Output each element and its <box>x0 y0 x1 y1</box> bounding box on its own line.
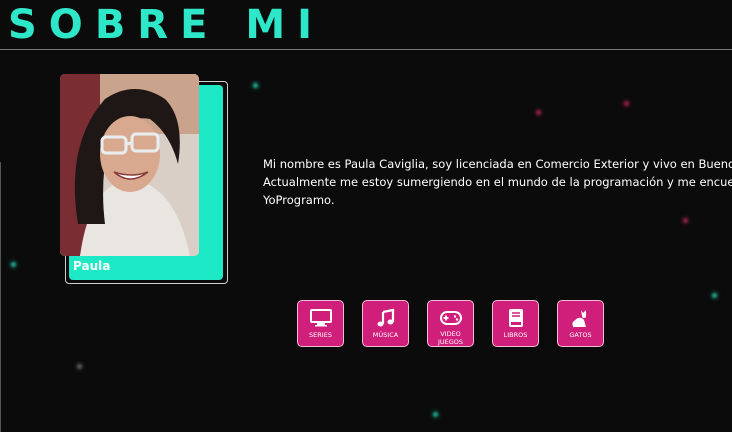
books-label: LIBROS <box>503 331 528 339</box>
series-button[interactable]: SERIES <box>297 300 344 347</box>
videogames-button[interactable]: VIDEO JUEGOS <box>427 300 474 347</box>
particle-dot <box>683 218 688 223</box>
particle-dot <box>712 293 717 298</box>
tv-icon <box>309 308 332 328</box>
divider <box>0 162 1 432</box>
music-button[interactable]: MÚSICA <box>362 300 409 347</box>
cats-button[interactable]: GATOS <box>557 300 604 347</box>
cats-label: GATOS <box>569 331 592 339</box>
book-icon <box>505 308 527 328</box>
header: SOBRE MI <box>0 0 732 50</box>
bio-line: Mi nombre es Paula Caviglia, soy licenci… <box>263 157 732 171</box>
page-title: SOBRE MI <box>8 2 325 48</box>
particle-dot <box>253 83 258 88</box>
particle-dot <box>433 412 438 417</box>
bio-line: YoProgramo. <box>263 193 335 207</box>
particle-dot <box>11 262 16 267</box>
books-button[interactable]: LIBROS <box>492 300 539 347</box>
series-label: SERIES <box>309 331 332 339</box>
music-note-icon <box>375 308 397 328</box>
particle-dot <box>536 110 541 115</box>
particle-dot <box>624 101 629 106</box>
music-label: MÚSICA <box>372 331 399 339</box>
cat-icon <box>570 308 592 328</box>
profile-photo <box>60 74 199 256</box>
bio-text: Mi nombre es Paula Caviglia, soy licenci… <box>263 155 732 209</box>
particle-dot <box>77 364 82 369</box>
bio-line: Actualmente me estoy sumergiendo en el m… <box>263 175 732 189</box>
videogames-label: VIDEO JUEGOS <box>437 330 464 346</box>
gamepad-icon <box>439 308 462 327</box>
profile-caption: Paula <box>73 259 111 273</box>
